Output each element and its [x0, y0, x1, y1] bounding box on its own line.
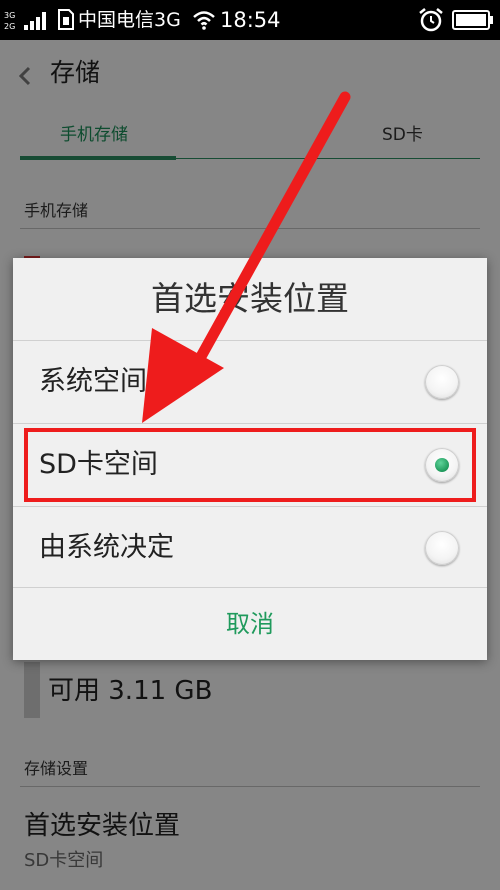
option-label: 由系统决定 [39, 532, 174, 563]
dialog-title: 首选安装位置 [151, 279, 349, 318]
radio-button[interactable] [425, 365, 459, 399]
option-system-decides[interactable]: 由系统决定 [13, 507, 487, 589]
battery-icon [452, 10, 493, 30]
signal-icon: 3G 2G [4, 11, 46, 31]
carrier-label: 中国电信3G [78, 9, 181, 31]
option-system-space[interactable]: 系统空间 [13, 341, 487, 423]
network-type-3g: 3G [4, 11, 15, 20]
radio-button[interactable] [425, 531, 459, 565]
alarm-icon [419, 8, 443, 32]
clock: 18:54 [220, 8, 281, 32]
option-label: 系统空间 [39, 366, 147, 397]
sim-icon [58, 9, 74, 30]
status-bar: 3G 2G 中国电信3G 18:54 [0, 0, 500, 40]
network-type-2g: 2G [4, 22, 15, 31]
annotation-highlight-box [24, 428, 476, 502]
wifi-icon [193, 11, 215, 30]
cancel-button[interactable]: 取消 [13, 588, 487, 660]
